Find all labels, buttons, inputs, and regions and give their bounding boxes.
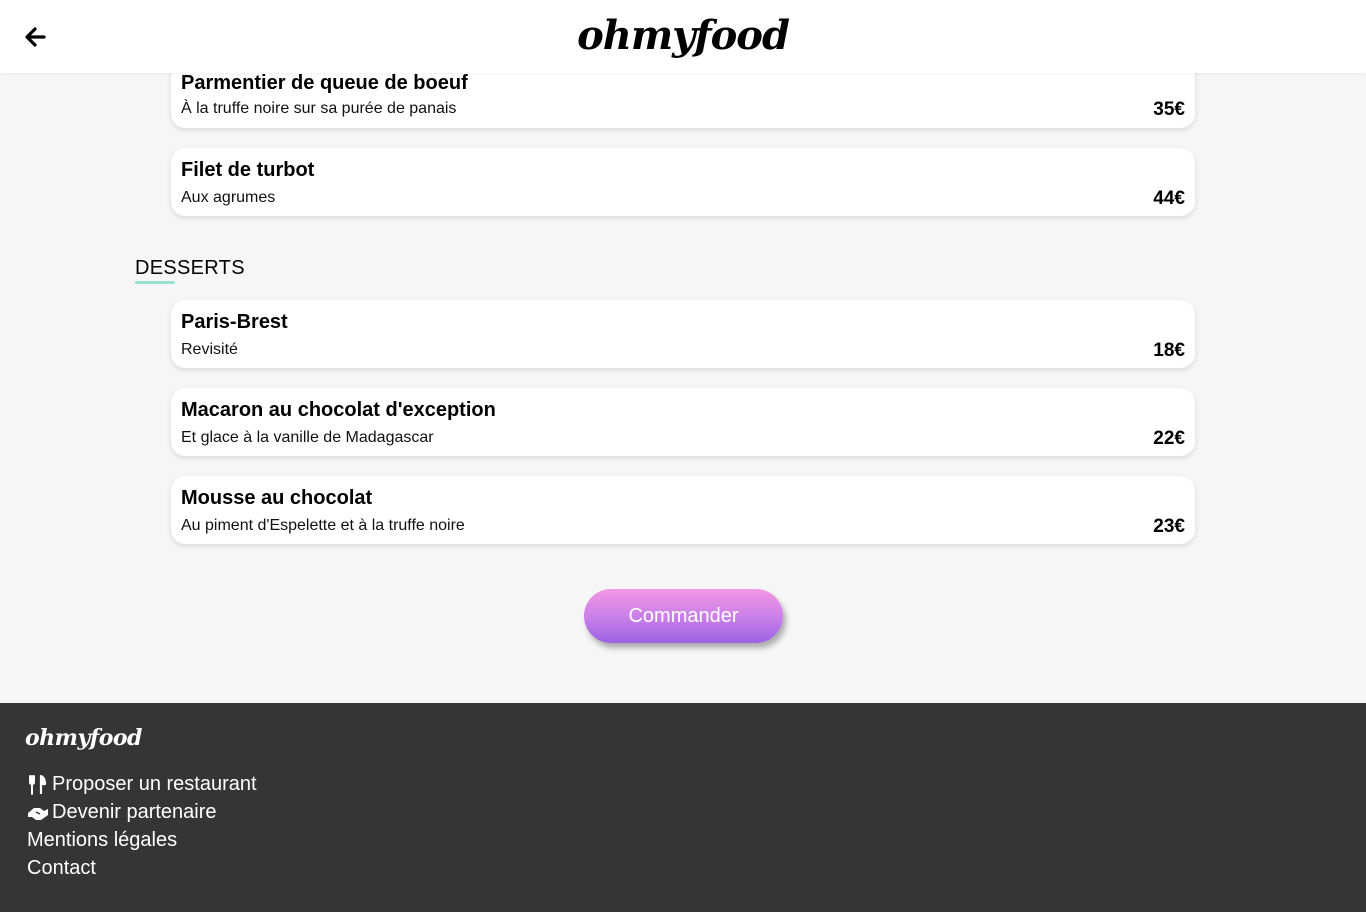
site-logo[interactable]: ohmyfood <box>0 12 1366 59</box>
footer-link-label: Devenir partenaire <box>52 801 217 823</box>
footer-link-propose-restaurant[interactable]: Proposer un restaurant <box>27 773 257 796</box>
footer-link-label: Contact <box>27 857 96 879</box>
order-button[interactable]: Commander <box>584 589 783 643</box>
dish-description: Et glace à la vanille de Madagascar <box>181 429 434 446</box>
header: ohmyfood <box>0 0 1366 73</box>
dish-description: Aux agrumes <box>181 189 276 206</box>
dish-name: Paris-Brest <box>181 311 288 333</box>
menu-item-card[interactable]: Filet de turbot Aux agrumes 44€ <box>171 148 1195 216</box>
dish-price: 23€ <box>1153 516 1185 537</box>
dish-name: Mousse au chocolat <box>181 487 373 509</box>
menu-item-card[interactable]: Mousse au chocolat Au piment d'Espelette… <box>171 476 1195 544</box>
footer-logo[interactable]: ohmyfood <box>25 725 142 751</box>
dish-description: Au piment d'Espelette et à la truffe noi… <box>181 517 465 534</box>
section-title-desserts: DESSERTS <box>135 257 245 279</box>
utensils-icon <box>27 774 49 795</box>
footer: ohmyfood Proposer un restaurant Devenir … <box>0 703 1366 912</box>
footer-link-label: Proposer un restaurant <box>52 773 257 795</box>
dish-name: Filet de turbot <box>181 159 315 181</box>
footer-link-contact[interactable]: Contact <box>27 857 96 880</box>
dish-name: Macaron au chocolat d'exception <box>181 399 496 421</box>
dish-price: 44€ <box>1153 188 1185 209</box>
footer-link-label: Mentions légales <box>27 829 178 851</box>
dish-price: 35€ <box>1153 99 1185 120</box>
section-underline <box>135 281 175 284</box>
dish-name: Parmentier de queue de boeuf <box>181 72 468 94</box>
menu-item-card[interactable]: Macaron au chocolat d'exception Et glace… <box>171 388 1195 456</box>
dish-description: Revisité <box>181 341 238 358</box>
menu-item-card[interactable]: Paris-Brest Revisité 18€ <box>171 300 1195 368</box>
footer-link-legal[interactable]: Mentions légales <box>27 829 177 852</box>
dish-price: 18€ <box>1153 340 1185 361</box>
dish-price: 22€ <box>1153 428 1185 449</box>
handshake-icon <box>27 803 49 823</box>
footer-link-become-partner[interactable]: Devenir partenaire <box>27 801 217 824</box>
dish-description: À la truffe noire sur sa purée de panais <box>181 100 457 117</box>
